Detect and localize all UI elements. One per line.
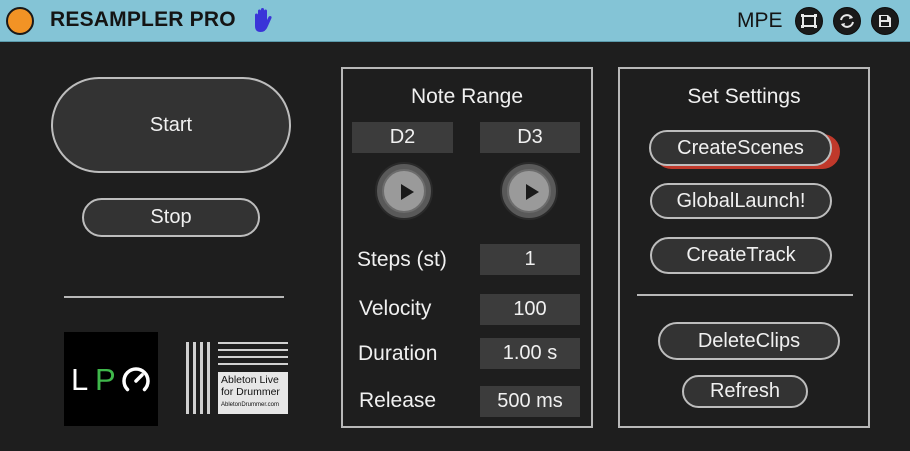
velocity-label: Velocity (359, 297, 432, 320)
device-title: RESAMPLER PRO (50, 8, 236, 31)
steps-field[interactable]: 1 (480, 244, 580, 275)
stop-button[interactable]: Stop (82, 198, 260, 237)
global-launch-button[interactable]: GlobalLaunch! (650, 183, 832, 219)
play-icon (401, 184, 414, 200)
steps-label: Steps (st) (357, 248, 447, 271)
velocity-field[interactable]: 100 (480, 294, 580, 325)
mpe-label[interactable]: MPE (737, 9, 783, 33)
create-scenes-button[interactable]: CreateScenes (649, 130, 832, 166)
play-icon (526, 184, 539, 200)
note-range-title: Note Range (410, 85, 524, 108)
set-settings-title: Set Settings (687, 85, 801, 108)
knob-icon (122, 367, 150, 392)
device-title-bar: RESAMPLER PRO MPE (0, 0, 910, 42)
hand-icon (255, 8, 272, 32)
sync-icon[interactable] (833, 7, 861, 35)
ableton-for-drummer-logo: Ableton Live for Drummer AbletonDrummer.… (186, 342, 288, 414)
divider (637, 294, 853, 296)
release-label: Release (359, 389, 437, 412)
maximize-icon[interactable] (795, 7, 823, 35)
divider (64, 296, 284, 298)
duration-label: Duration (358, 342, 438, 365)
release-field[interactable]: 500 ms (480, 386, 580, 417)
duration-field[interactable]: 1.00 s (480, 338, 580, 369)
lpo-logo: L P (64, 332, 158, 426)
power-icon[interactable] (6, 7, 34, 35)
save-icon[interactable] (871, 7, 899, 35)
start-button[interactable]: Start (51, 77, 291, 173)
create-track-button[interactable]: CreateTrack (650, 237, 832, 274)
low-note-field[interactable]: D2 (352, 122, 453, 153)
delete-clips-button[interactable]: DeleteClips (658, 322, 840, 360)
high-note-field[interactable]: D3 (480, 122, 580, 153)
play-high-note-button[interactable] (500, 162, 558, 220)
play-low-note-button[interactable] (375, 162, 433, 220)
refresh-button[interactable]: Refresh (682, 375, 808, 408)
